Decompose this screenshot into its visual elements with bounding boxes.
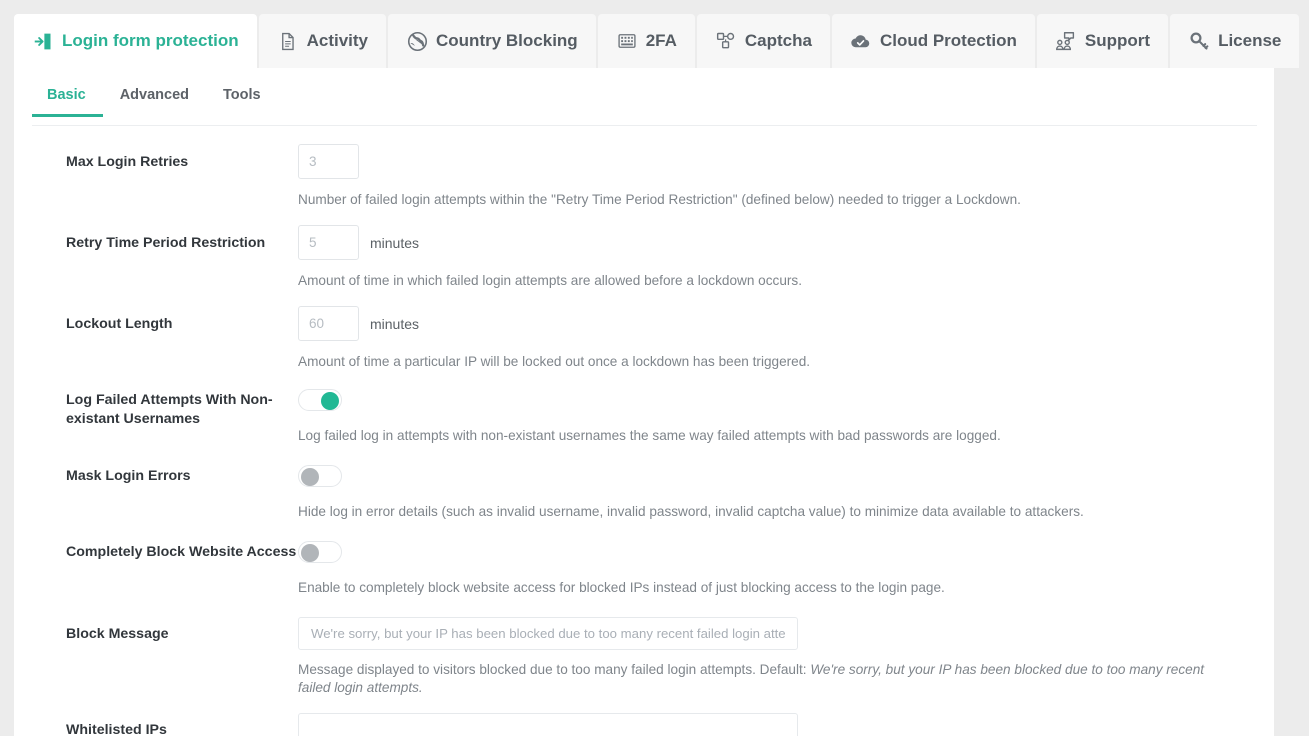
field-label: Max Login Retries bbox=[66, 154, 189, 170]
field-description: Log failed log in attempts with non-exis… bbox=[298, 428, 1001, 443]
key-icon bbox=[1188, 30, 1210, 52]
document-icon bbox=[277, 30, 299, 52]
field-description: Amount of time in which failed login att… bbox=[298, 273, 802, 288]
settings-form: Max Login Retries Number of failed login… bbox=[14, 144, 1274, 736]
tab-country-blocking[interactable]: Country Blocking bbox=[388, 14, 596, 68]
sub-tab-basic[interactable]: Basic bbox=[32, 86, 103, 117]
field-label: Whitelisted IPs bbox=[66, 722, 167, 736]
field-label: Block Message bbox=[66, 626, 169, 642]
tab-label: License bbox=[1218, 31, 1282, 50]
tab-label: Captcha bbox=[744, 31, 812, 50]
sub-tab-label: Advanced bbox=[119, 87, 190, 103]
sub-tab-advanced[interactable]: Advanced bbox=[103, 86, 206, 116]
login-door-icon bbox=[32, 30, 54, 52]
sub-tab-label: Tools bbox=[223, 87, 261, 103]
field-row-lockout-length: Lockout Length minutes Amount of time a … bbox=[14, 306, 1274, 371]
field-control: Log failed log in attempts with non-exis… bbox=[298, 389, 1274, 445]
keypad-icon bbox=[616, 30, 638, 52]
field-label: Completely Block Website Access bbox=[66, 544, 297, 560]
field-control: minutes Amount of time in which failed l… bbox=[298, 225, 1274, 290]
toggle-knob bbox=[301, 468, 319, 486]
field-label: Mask Login Errors bbox=[66, 468, 191, 484]
tab-label: Activity bbox=[306, 31, 369, 50]
mask-login-errors-toggle[interactable] bbox=[298, 465, 342, 487]
field-row-max-login-retries: Max Login Retries Number of failed login… bbox=[14, 144, 1274, 209]
field-row-log-failed-attempts: Log Failed Attempts With Non-existant Us… bbox=[14, 389, 1274, 445]
max-login-retries-input[interactable] bbox=[298, 144, 359, 179]
field-control: Hide log in error details (such as inval… bbox=[298, 465, 1274, 521]
field-description: Amount of time a particular IP will be l… bbox=[298, 354, 811, 369]
field-description: Enable to completely block website acces… bbox=[298, 580, 945, 595]
tab-license[interactable]: License bbox=[1170, 14, 1300, 68]
tab-activity[interactable]: Activity bbox=[258, 14, 387, 68]
field-control: Number of failed login attempts within t… bbox=[298, 144, 1274, 209]
people-chat-icon bbox=[1055, 30, 1077, 52]
tab-login-form-protection[interactable]: Login form protection bbox=[14, 14, 257, 68]
tab-label: Support bbox=[1084, 31, 1151, 50]
completely-block-access-toggle[interactable] bbox=[298, 541, 342, 563]
sub-tab-tools[interactable]: Tools bbox=[206, 86, 278, 116]
field-row-block-message: Block Message Message displayed to visit… bbox=[14, 617, 1274, 697]
globe-icon bbox=[406, 30, 428, 52]
tab-label: Country Blocking bbox=[436, 31, 578, 50]
lockout-length-input[interactable] bbox=[298, 306, 359, 341]
field-row-retry-time-period: Retry Time Period Restriction minutes Am… bbox=[14, 225, 1274, 290]
field-row-completely-block-access: Completely Block Website Access Enable t… bbox=[14, 541, 1274, 597]
field-description: Message displayed to visitors blocked du… bbox=[298, 661, 1233, 697]
block-message-input[interactable] bbox=[298, 617, 798, 650]
field-row-whitelisted-ips: Whitelisted IPs bbox=[14, 713, 1274, 736]
field-control: minutes Amount of time a particular IP w… bbox=[298, 306, 1274, 371]
log-failed-attempts-toggle[interactable] bbox=[298, 389, 342, 411]
app-page: Login form protection Activity Country B… bbox=[0, 0, 1309, 736]
settings-panel: Basic Advanced Tools Max Login Retries N… bbox=[14, 68, 1274, 736]
tab-cloud-protection[interactable]: Cloud Protection bbox=[831, 14, 1035, 68]
description-prefix: Message displayed to visitors blocked du… bbox=[298, 662, 811, 677]
field-label: Log Failed Attempts With Non-existant Us… bbox=[66, 392, 273, 427]
sub-tab-label: Basic bbox=[47, 87, 86, 103]
tab-label: 2FA bbox=[645, 31, 677, 50]
toggle-knob bbox=[301, 544, 319, 562]
input-with-unit: minutes bbox=[298, 306, 1244, 341]
tab-label: Login form protection bbox=[62, 31, 239, 50]
cloud-check-icon bbox=[850, 30, 872, 52]
sub-tab-bar: Basic Advanced Tools bbox=[32, 86, 1257, 126]
whitelisted-ips-textarea[interactable] bbox=[298, 713, 798, 736]
captcha-nodes-icon bbox=[715, 30, 737, 52]
toggle-knob bbox=[321, 392, 339, 410]
main-tab-bar: Login form protection Activity Country B… bbox=[14, 14, 1300, 68]
tab-label: Cloud Protection bbox=[879, 31, 1017, 50]
field-label: Lockout Length bbox=[66, 316, 173, 332]
unit-label: minutes bbox=[370, 234, 420, 251]
retry-time-period-input[interactable] bbox=[298, 225, 359, 260]
field-control bbox=[298, 713, 1274, 736]
unit-label: minutes bbox=[370, 315, 420, 332]
field-label: Retry Time Period Restriction bbox=[66, 235, 266, 251]
field-row-mask-login-errors: Mask Login Errors Hide log in error deta… bbox=[14, 465, 1274, 521]
field-control: Enable to completely block website acces… bbox=[298, 541, 1274, 597]
tab-support[interactable]: Support bbox=[1036, 14, 1169, 68]
tab-2fa[interactable]: 2FA bbox=[597, 14, 695, 68]
input-with-unit: minutes bbox=[298, 225, 1244, 260]
field-control: Message displayed to visitors blocked du… bbox=[298, 617, 1274, 697]
field-description: Hide log in error details (such as inval… bbox=[298, 504, 1084, 519]
tab-captcha[interactable]: Captcha bbox=[696, 14, 830, 68]
field-description: Number of failed login attempts within t… bbox=[298, 192, 1021, 207]
